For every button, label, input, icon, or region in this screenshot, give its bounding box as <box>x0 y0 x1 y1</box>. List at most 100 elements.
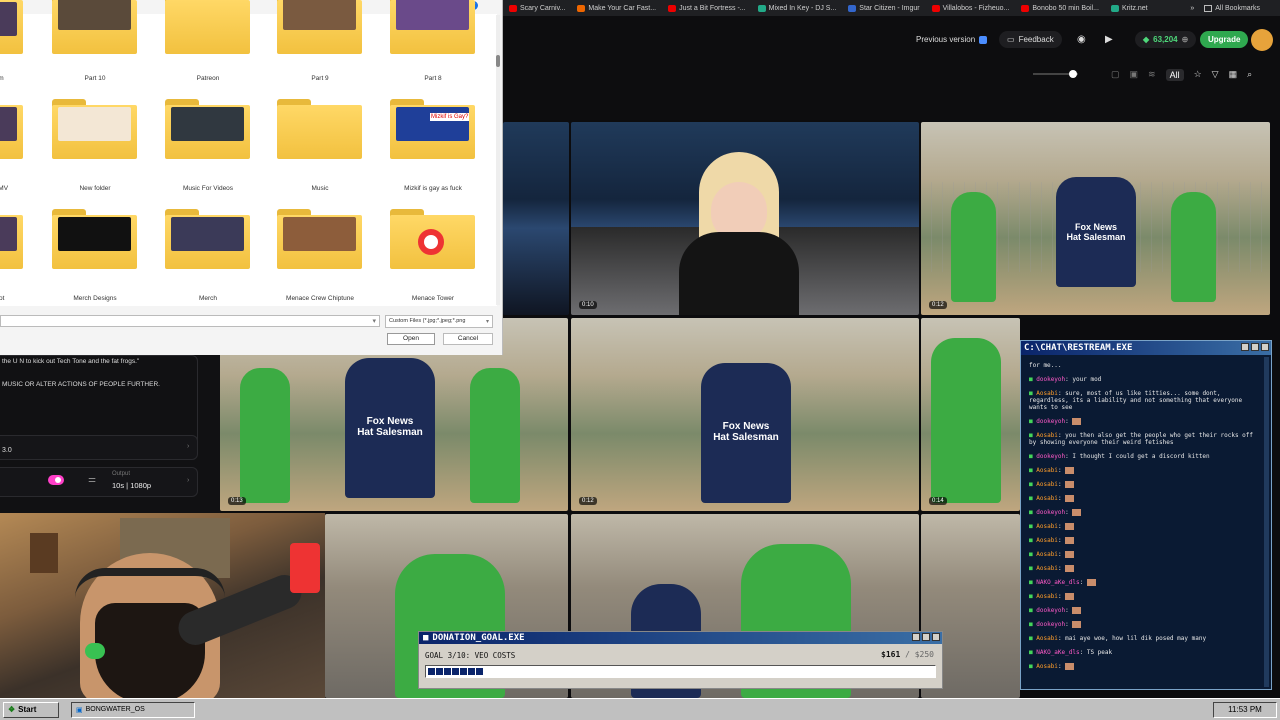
chevron-right-icon: › <box>187 477 190 484</box>
folder-label: Music For Videos <box>182 185 234 192</box>
video-filter-icon[interactable]: ▣ <box>1130 69 1139 81</box>
bookmark-item[interactable]: Just a Bit Fortress -... <box>668 4 746 12</box>
bookmark-item[interactable]: Bonobo 50 min Boil... <box>1021 4 1099 12</box>
image-filter-icon[interactable]: ▢ <box>1111 69 1120 81</box>
folder-item[interactable] <box>0 209 23 269</box>
chat-message: ■ dookeyoh: I thought I could get a disc… <box>1029 453 1210 460</box>
emote-icon <box>1065 565 1075 572</box>
zoom-slider[interactable] <box>1033 70 1078 78</box>
maximize-icon[interactable] <box>1251 342 1259 351</box>
favicon-icon <box>931 4 940 12</box>
video-duration: 0:13 <box>228 497 246 505</box>
video-tile[interactable]: 0:10 <box>571 122 919 315</box>
folder-item[interactable] <box>165 99 250 159</box>
badge-icon: ■ <box>1029 579 1033 586</box>
badge-icon: ■ <box>1029 418 1033 425</box>
window-icon: ▣ <box>76 706 83 714</box>
search-icon[interactable]: ⌕ <box>1247 69 1252 81</box>
scrollbar[interactable] <box>496 15 500 305</box>
minimize-icon[interactable] <box>1241 342 1249 351</box>
task-bongwater[interactable]: ▣ BONGWATER_OS <box>71 701 195 718</box>
video-tile[interactable] <box>503 122 569 315</box>
gem-icon: ◆ <box>1143 35 1150 44</box>
folder-item[interactable] <box>277 209 362 269</box>
bookmark-item[interactable]: Mixed In Key - DJ S... <box>757 4 836 12</box>
tab-all[interactable]: All <box>1165 69 1184 81</box>
chat-messages: for me... ■ dookeyoh: your mod ■ Aosabi: s… <box>1021 362 1271 670</box>
goal-text: GOAL 3/10: VEO COSTS <box>425 651 516 660</box>
chat-titlebar[interactable]: C:\CHAT\RESTREAM.EXE <box>1021 341 1271 355</box>
bookmark-item[interactable]: Villalobos - Fizheuo... <box>931 4 1009 12</box>
app-header: Previous version ▭ Feedback ◉ ▶ ◆ 63,204… <box>503 16 1280 120</box>
discord-icon[interactable]: ◉ <box>1069 31 1094 48</box>
emote-icon <box>1072 509 1082 516</box>
close-icon[interactable] <box>1261 342 1269 351</box>
chat-message: ■ NAKO_aKe_dls: <box>1021 579 1271 586</box>
file-type-select[interactable]: Custom Files (*.jpg;*.jpeg;*.png ▾ <box>385 315 493 328</box>
toggle-switch[interactable] <box>48 475 64 485</box>
bookmark-item[interactable]: Make Your Car Fast... <box>577 4 656 12</box>
folder-item[interactable] <box>390 209 475 269</box>
output-settings[interactable]: ⚌ Output 10s | 1080p › <box>0 467 198 497</box>
minimize-icon[interactable] <box>912 632 920 641</box>
folder-item[interactable] <box>52 209 137 269</box>
folder-item[interactable]: Mizkif is Gay? <box>390 99 475 159</box>
emote-icon <box>1072 607 1082 614</box>
donation-titlebar[interactable]: ■ DONATION_GOAL.EXE <box>419 632 942 644</box>
badge-icon: ■ <box>1029 537 1033 544</box>
grid-icon[interactable]: ▦ <box>1229 69 1238 81</box>
feedback-button[interactable]: ▭ Feedback <box>999 31 1062 48</box>
youtube-icon[interactable]: ▶ <box>1097 31 1121 48</box>
folder-item[interactable] <box>277 99 362 159</box>
cancel-button[interactable]: Cancel <box>443 333 493 345</box>
badge-icon: ■ <box>1029 621 1033 628</box>
folder-label: Part 8 <box>424 75 442 82</box>
start-button[interactable]: ❖ Start <box>3 701 59 718</box>
video-duration: 0:12 <box>579 497 597 505</box>
folder-label: Mizkif is gay as fuck <box>404 185 462 192</box>
chat-message: ■ dookeyoh: your mod <box>1029 376 1102 383</box>
folder-label: Merch <box>198 295 218 302</box>
folder-item[interactable] <box>390 0 475 54</box>
video-tile[interactable]: 0:14 <box>921 318 1020 511</box>
folder-item[interactable] <box>165 0 250 54</box>
folder-label: AMV <box>0 185 9 192</box>
folder-icon <box>1204 4 1213 12</box>
prompt-box[interactable]: the U N to kick out Tech Tone and the fa… <box>0 355 198 445</box>
file-name-input[interactable]: ▾ <box>0 315 380 327</box>
chat-message: ■ NAKO_aKe_dls: TS peak <box>1029 649 1113 656</box>
generation-settings-panel: the U N to kick out Tech Tone and the fa… <box>0 355 220 513</box>
maximize-icon[interactable] <box>922 632 930 641</box>
video-tile[interactable]: Fox News Hat Salesman 0:12 <box>921 122 1270 315</box>
bookmark-item[interactable]: Star Citizen - Imgur <box>848 4 920 12</box>
upgrade-button[interactable]: Upgrade <box>1200 31 1249 48</box>
video-tile[interactable]: Fox News Hat Salesman 0:12 <box>571 318 919 511</box>
zoom-slider-handle[interactable] <box>1069 70 1077 78</box>
folder-item[interactable] <box>0 0 23 54</box>
bookmark-item[interactable]: Scary Carniv... <box>509 4 565 12</box>
folder-item[interactable] <box>165 209 250 269</box>
chat-message: ■ Aosabi: mai aye woe, how lil dik posed… <box>1029 635 1207 642</box>
previous-version-button[interactable]: Previous version <box>908 31 995 48</box>
folder-item[interactable] <box>52 99 137 159</box>
folder-item[interactable] <box>277 0 362 54</box>
credits-badge[interactable]: ◆ 63,204 ⊕ <box>1135 31 1197 48</box>
chat-scrollbar[interactable] <box>1264 357 1269 687</box>
folder-item[interactable] <box>0 99 23 159</box>
audio-filter-icon[interactable]: ≋ <box>1148 69 1156 81</box>
open-button[interactable]: Open <box>387 333 435 345</box>
favicon-icon <box>848 4 857 12</box>
filter-icon[interactable]: ▽ <box>1212 69 1219 81</box>
chevron-more-icon[interactable]: » <box>1190 5 1194 12</box>
bookmark-item[interactable]: Kritz.net <box>1110 4 1148 12</box>
model-selector[interactable]: 3.0 › <box>0 435 198 460</box>
star-icon[interactable]: ☆ <box>1194 69 1202 81</box>
all-bookmarks[interactable]: All Bookmarks <box>1204 4 1260 12</box>
folder-label: Part 10 <box>84 75 106 82</box>
close-icon[interactable] <box>932 632 940 641</box>
favicon-icon <box>668 4 677 12</box>
goal-progress-fill <box>428 668 484 675</box>
folder-item[interactable] <box>52 0 137 54</box>
avatar[interactable] <box>1251 29 1273 51</box>
badge-icon: ■ <box>1029 635 1033 642</box>
